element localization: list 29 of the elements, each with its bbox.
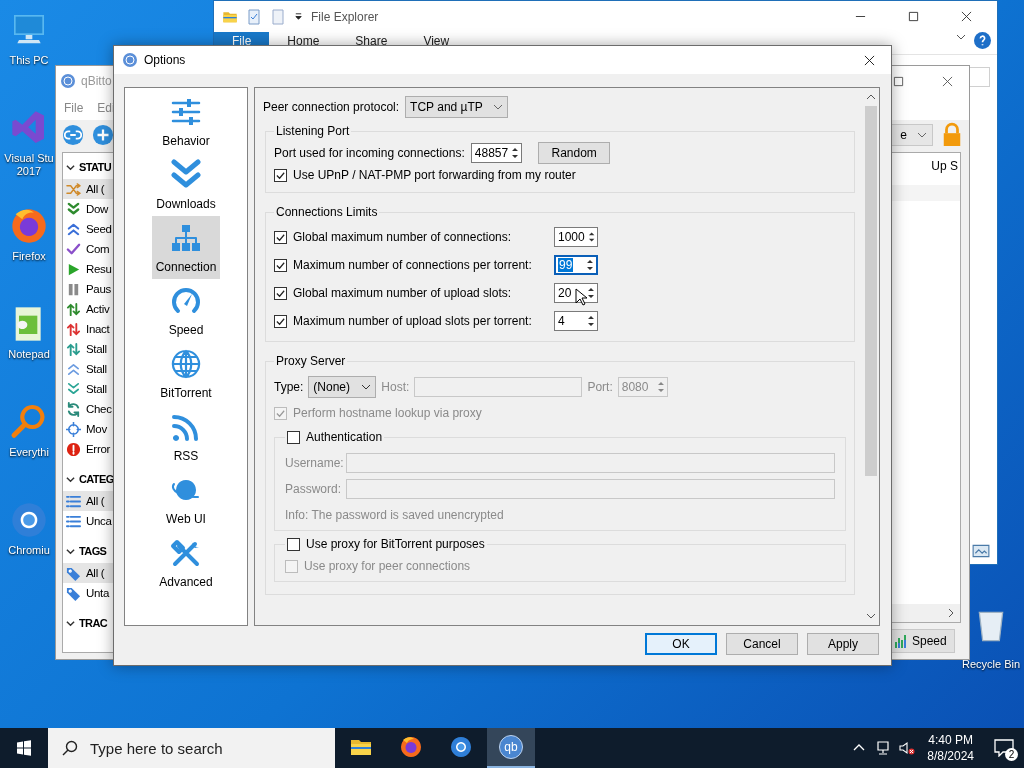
checkbox-label: Global maximum number of upload slots:	[293, 286, 513, 300]
checkbox-label: Authentication	[306, 430, 383, 444]
checkbox-label: Global maximum number of connections:	[293, 230, 513, 244]
dialog-title: Options	[144, 53, 186, 67]
section-heading: TRAC	[79, 617, 108, 629]
field-label: Host:	[381, 380, 410, 394]
info-text: Info: The password is saved unencrypted	[285, 508, 504, 522]
field-label: Peer connection protocol:	[263, 100, 400, 114]
checkbox-label: Use proxy for peer connections	[304, 559, 471, 573]
field-label: Port:	[587, 380, 613, 394]
window-title: File Explorer	[311, 9, 379, 24]
section-heading: CATEG	[79, 473, 114, 485]
group-title: Connections Limits	[275, 205, 379, 219]
checkbox-label: Perform hostname lookup via proxy	[293, 406, 482, 420]
field-label: Port used for incoming connections:	[274, 146, 465, 160]
checkbox-label: Use UPnP / NAT-PMP port forwarding from my router	[293, 168, 576, 182]
checkbox-label: Maximum number of upload slots per torrent:	[293, 314, 533, 328]
field-label: Username:	[285, 456, 341, 470]
group-title: Listening Port	[275, 124, 351, 138]
field-label: Type:	[274, 380, 304, 394]
field-label: Password:	[285, 482, 341, 496]
section-heading: STATU	[79, 161, 112, 173]
checkbox-label: Use proxy for BitTorrent purposes	[306, 537, 485, 551]
checkbox-label: Maximum number of connections per torrent:	[293, 258, 533, 272]
app-logo: qb	[499, 735, 523, 759]
window-title: qBitto	[81, 74, 112, 88]
group-title: Proxy Server	[275, 354, 347, 368]
section-heading: TAGS	[79, 545, 107, 557]
notification-count: 2	[1005, 748, 1018, 761]
